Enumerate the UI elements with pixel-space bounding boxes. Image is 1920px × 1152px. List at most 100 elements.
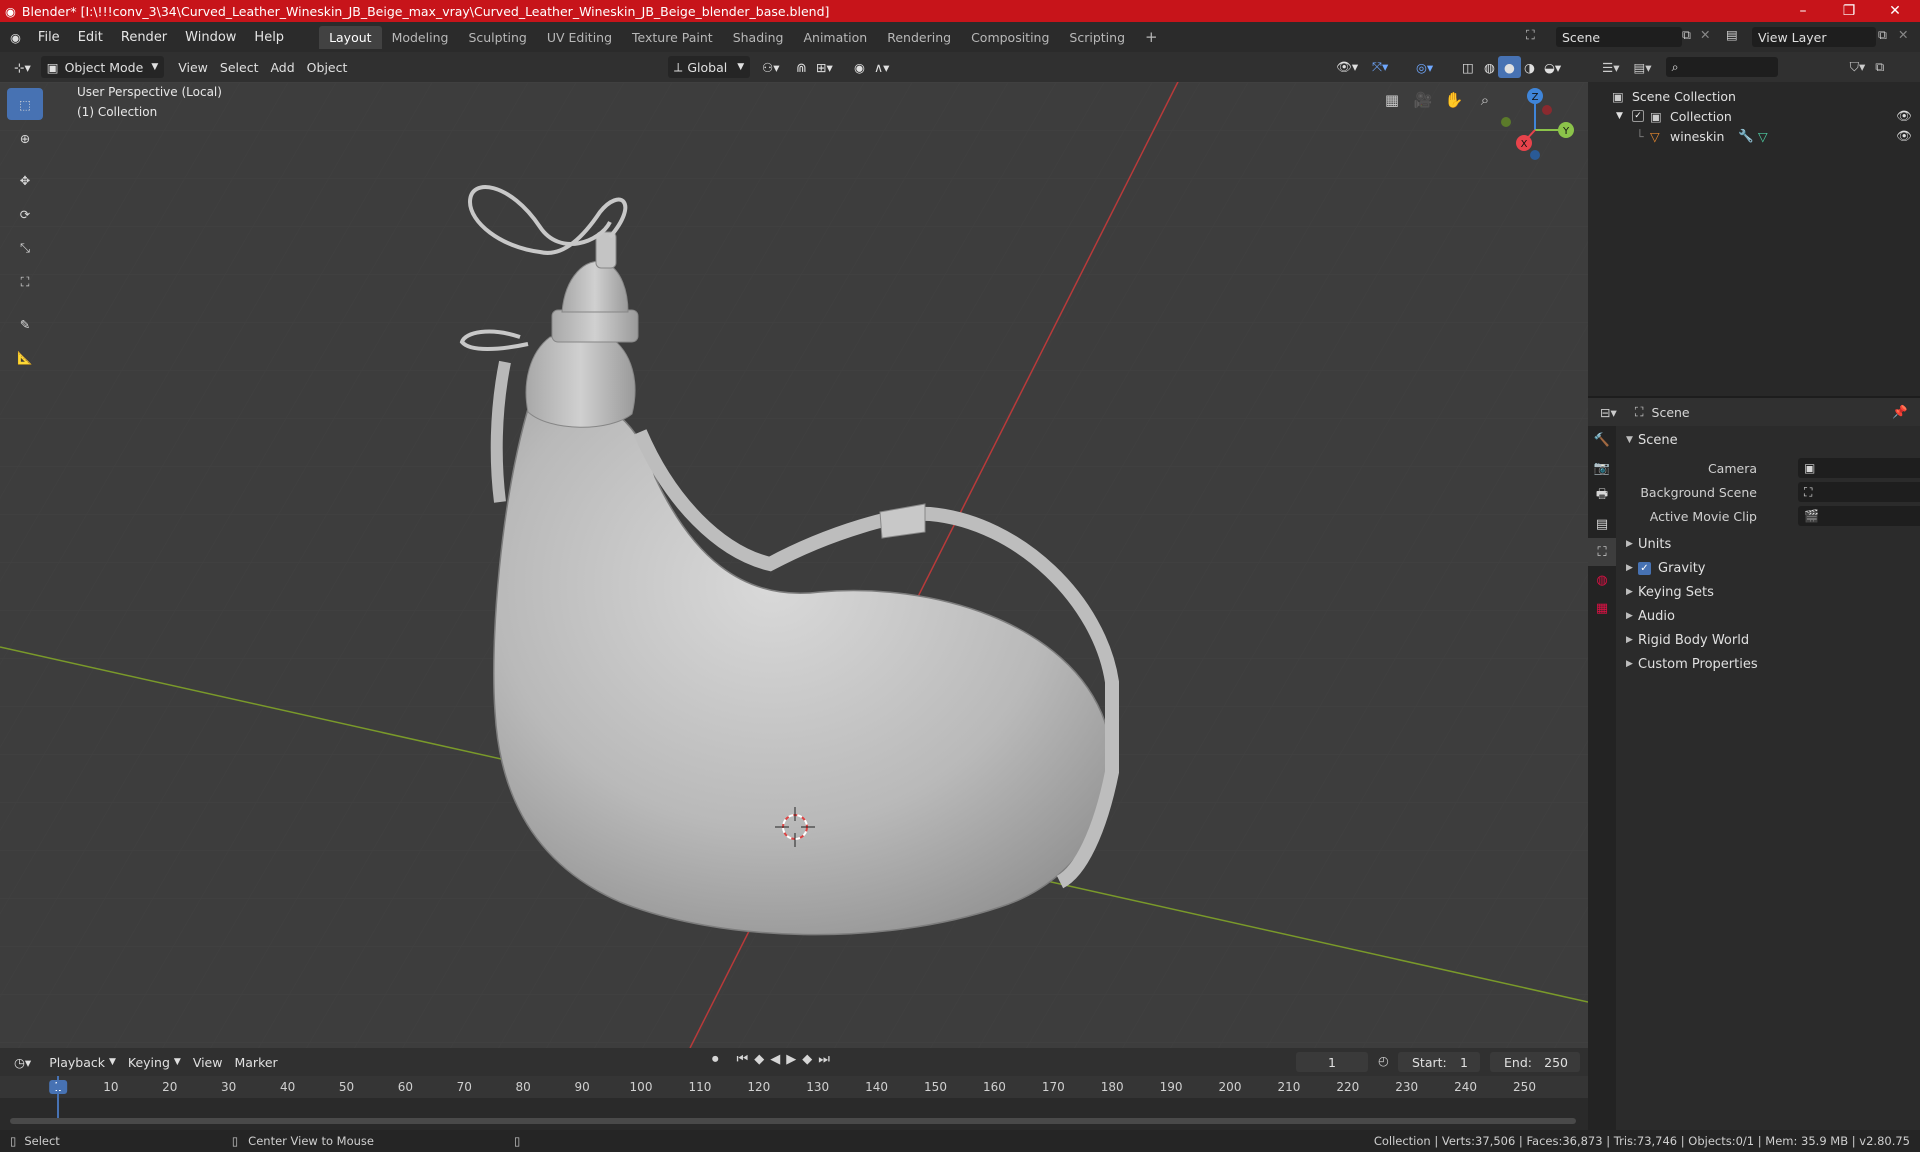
new-scene-icon[interactable]: ⧉ — [1682, 27, 1691, 43]
tab-shading[interactable]: Shading — [723, 26, 794, 49]
scale-tool[interactable]: ⤡ — [7, 232, 43, 264]
view-layer-selector[interactable]: View Layer — [1752, 27, 1876, 47]
gravity-checkbox[interactable]: ✓ — [1638, 561, 1651, 575]
mesh-data-icon[interactable]: ▽ — [1758, 129, 1768, 144]
background-scene-field[interactable]: ⛶ — [1798, 482, 1920, 502]
record-icon[interactable]: ⏺ — [712, 1052, 719, 1067]
menu-window[interactable]: Window — [176, 30, 245, 45]
proportional-falloff-icon[interactable]: ∧▾ — [868, 56, 895, 78]
measure-tool[interactable]: 📐 — [7, 342, 43, 374]
tab-layout[interactable]: Layout — [319, 25, 382, 49]
pan-hand-icon[interactable]: ✋ — [1440, 86, 1468, 114]
playback-dropdown[interactable]: Playback ▼ — [43, 1051, 122, 1073]
panel-audio[interactable]: ▶ Audio — [1616, 604, 1920, 628]
scene-selector[interactable]: Scene — [1556, 27, 1682, 47]
texture-tab-icon[interactable]: ▦ — [1588, 594, 1616, 622]
view-layer-tab-icon[interactable]: ▤ — [1588, 510, 1616, 538]
menu-file[interactable]: File — [29, 30, 69, 45]
jump-start-icon[interactable]: ⏮ — [737, 1052, 749, 1067]
menu-help[interactable]: Help — [245, 30, 293, 45]
menu-view[interactable]: View — [172, 56, 214, 78]
new-collection-icon[interactable]: ⧉ — [1875, 59, 1884, 75]
timeline-ruler[interactable]: 1102030405060708090100110120130140150160… — [0, 1076, 1588, 1098]
add-workspace-icon[interactable]: + — [1135, 24, 1168, 50]
menu-render[interactable]: Render — [112, 30, 176, 45]
tab-uv-editing[interactable]: UV Editing — [537, 26, 622, 49]
scene-section-header[interactable]: ▼ Scene — [1616, 428, 1920, 452]
maximize-button[interactable]: ❐ — [1826, 0, 1872, 22]
close-button[interactable]: ✕ — [1872, 0, 1918, 22]
blender-menu-icon[interactable]: ◉ — [10, 30, 21, 45]
menu-edit[interactable]: Edit — [69, 30, 112, 45]
end-frame-field[interactable]: End: 250 — [1490, 1052, 1580, 1072]
tool-tab-icon[interactable]: 🔨 — [1588, 426, 1616, 454]
timeline-view-menu[interactable]: View — [187, 1051, 229, 1073]
panel-gravity[interactable]: ▶ ✓ Gravity — [1616, 556, 1920, 580]
transform-tool[interactable]: ⛶ — [7, 266, 43, 298]
panel-keying-sets[interactable]: ▶ Keying Sets — [1616, 580, 1920, 604]
menu-select[interactable]: Select — [214, 56, 265, 78]
start-frame-field[interactable]: Start: 1 — [1398, 1052, 1480, 1072]
tab-rendering[interactable]: Rendering — [877, 26, 961, 49]
minimize-button[interactable]: – — [1780, 0, 1826, 22]
annotate-tool[interactable]: ✎ — [7, 308, 43, 340]
camera-view-icon[interactable]: 🎥 — [1409, 86, 1437, 114]
visibility-icon[interactable]: 👁▾ — [1330, 56, 1364, 78]
tab-scripting[interactable]: Scripting — [1059, 26, 1135, 49]
editor-type-icon[interactable]: ⊟▾ — [1600, 405, 1617, 420]
scene-tab-icon[interactable]: ⛶ — [1588, 538, 1616, 566]
panel-rigid-body-world[interactable]: ▶ Rigid Body World — [1616, 628, 1920, 652]
timeline-scrollbar[interactable] — [10, 1118, 1576, 1124]
orientation-gizmo[interactable]: Z Y X — [1490, 82, 1580, 172]
cursor-tool[interactable]: ⊕ — [7, 122, 43, 154]
next-keyframe-icon[interactable]: ◆ — [802, 1052, 812, 1067]
snap-target-icon[interactable]: ⊞▾ — [810, 56, 839, 78]
display-mode-icon[interactable]: ▤▾ — [1633, 60, 1651, 75]
editor-type-icon[interactable]: ⊹▾ — [8, 56, 37, 78]
tab-modeling[interactable]: Modeling — [382, 26, 459, 49]
xray-toggle-icon[interactable]: ◫ — [1456, 56, 1480, 78]
tab-animation[interactable]: Animation — [793, 26, 877, 49]
remove-scene-icon[interactable]: ✕ — [1700, 27, 1710, 42]
outliner-row-scene-collection[interactable]: ▣ Scene Collection — [1588, 86, 1920, 106]
mode-dropdown[interactable]: ▣ Object Mode ▼ — [40, 56, 165, 78]
timeline-marker-menu[interactable]: Marker — [228, 1051, 283, 1073]
panel-custom-properties[interactable]: ▶ Custom Properties — [1616, 652, 1920, 676]
modifier-wrench-icon[interactable]: 🔧 — [1738, 128, 1754, 144]
grid-view-icon[interactable]: ▦ — [1378, 86, 1406, 114]
preview-range-icon[interactable]: ◴ — [1378, 1053, 1389, 1068]
menu-add[interactable]: Add — [264, 56, 300, 78]
jump-end-icon[interactable]: ⏭ — [818, 1052, 830, 1067]
gizmo-toggle-icon[interactable]: ⤧▾ — [1366, 56, 1394, 78]
timeline-track-area[interactable] — [0, 1076, 1588, 1130]
output-tab-icon[interactable]: 🖶 — [1588, 482, 1616, 510]
play-reverse-icon[interactable]: ◀ — [770, 1052, 780, 1067]
3d-viewport[interactable]: User Perspective (Local) (1) Collection … — [0, 82, 1588, 1048]
play-icon[interactable]: ▶ — [786, 1052, 796, 1067]
filter-icon[interactable]: ⛉▾ — [1850, 59, 1866, 75]
world-tab-icon[interactable]: ◍ — [1588, 566, 1616, 594]
collection-checkbox[interactable]: ✓ — [1632, 110, 1644, 122]
render-tab-icon[interactable]: 📷 — [1588, 454, 1616, 482]
panel-units[interactable]: ▶ Units — [1616, 532, 1920, 556]
expand-icon[interactable]: ▼ — [1616, 111, 1623, 121]
new-view-layer-icon[interactable]: ⧉ — [1878, 27, 1887, 43]
active-movie-clip-field[interactable]: 🎬 — [1798, 506, 1920, 526]
keying-dropdown[interactable]: Keying ▼ — [122, 1051, 187, 1073]
eye-icon[interactable]: 👁 — [1896, 108, 1912, 124]
tab-compositing[interactable]: Compositing — [961, 26, 1059, 49]
rotate-tool[interactable]: ⟳ — [7, 198, 43, 230]
menu-object[interactable]: Object — [301, 56, 354, 78]
select-box-tool[interactable]: ⬚ — [7, 88, 43, 120]
remove-view-layer-icon[interactable]: ✕ — [1898, 27, 1908, 42]
outliner-search-input[interactable]: ⌕ — [1665, 57, 1778, 77]
scene-icon[interactable]: ⛶ — [1526, 27, 1535, 43]
transform-orientation-dropdown[interactable]: ⟂ Global ▼ — [668, 56, 751, 78]
tab-sculpting[interactable]: Sculpting — [458, 26, 536, 49]
editor-type-icon[interactable]: ◷▾ — [8, 1051, 37, 1073]
camera-field[interactable]: ▣ ✎ — [1798, 458, 1920, 478]
overlay-toggle-icon[interactable]: ◎▾ — [1410, 56, 1439, 78]
outliner-row-collection[interactable]: ▼ ✓ ▣ Collection 👁 — [1588, 106, 1920, 126]
rendered-shading-icon[interactable]: ◒▾ — [1538, 56, 1567, 78]
view-layer-icon[interactable]: ▤ — [1726, 27, 1738, 42]
